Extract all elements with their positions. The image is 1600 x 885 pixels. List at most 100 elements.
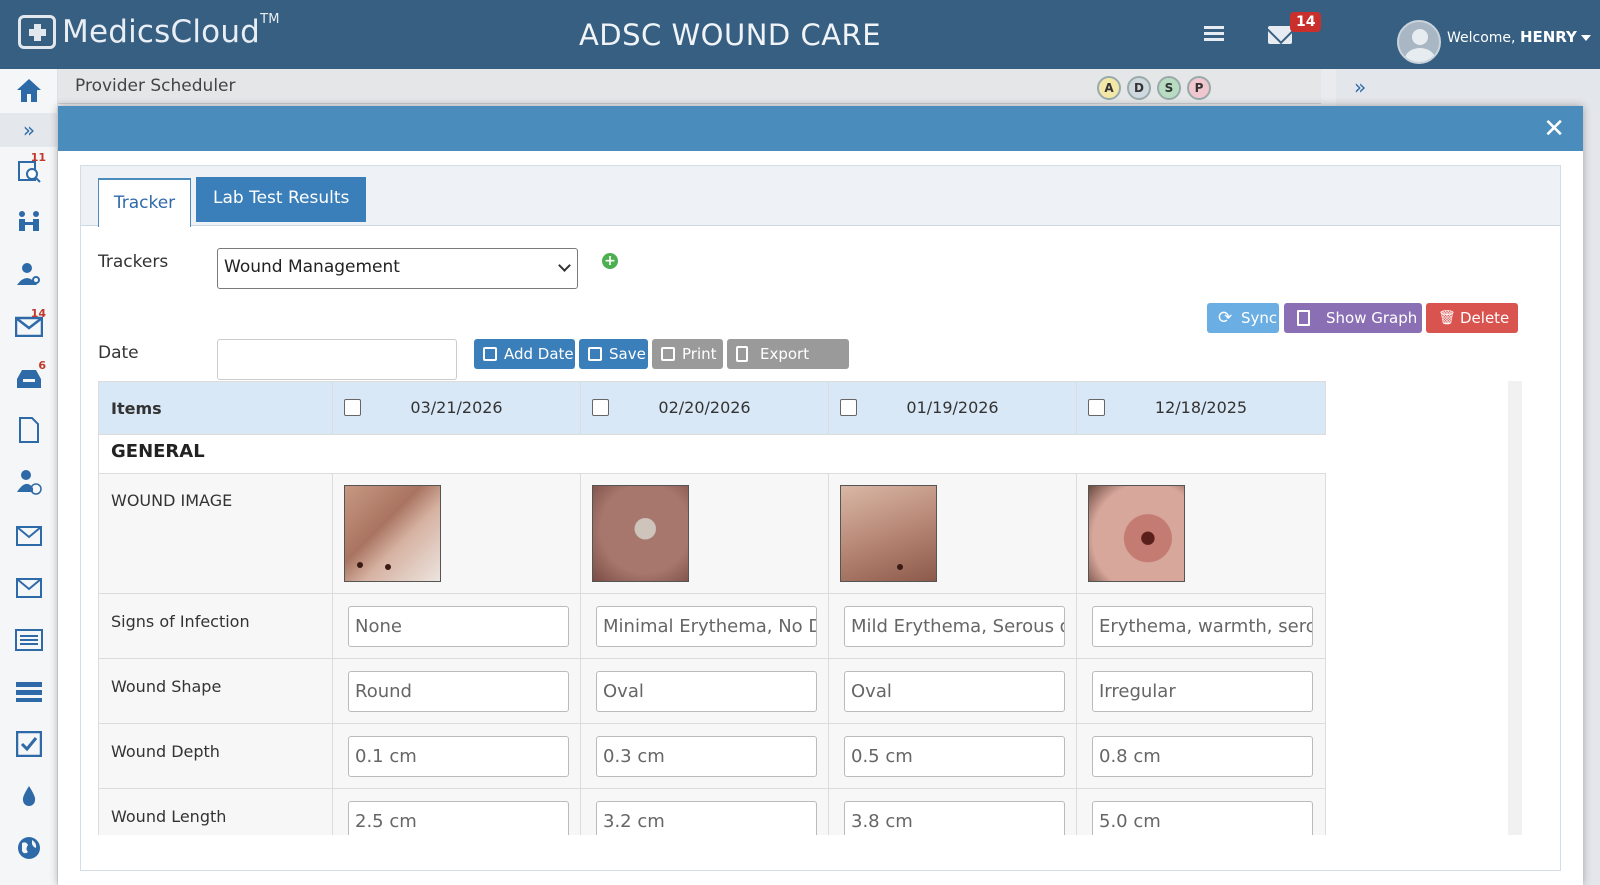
row-label: Wound Shape <box>111 677 222 696</box>
value-input[interactable]: 3.2 cm <box>596 801 817 835</box>
wound-photo[interactable] <box>592 485 689 582</box>
delete-label: Delete <box>1460 309 1510 327</box>
calendar-icon <box>483 347 497 361</box>
status-circle-s[interactable]: S <box>1157 76 1181 100</box>
wound-photo[interactable] <box>840 485 937 582</box>
mail-icon[interactable] <box>1268 26 1292 44</box>
save-icon <box>588 347 602 361</box>
document-icon[interactable] <box>12 413 46 447</box>
status-circle-a[interactable]: A <box>1097 76 1121 100</box>
save-label: Save <box>609 345 646 363</box>
value-input[interactable]: 0.5 cm <box>844 736 1065 777</box>
search-list-icon[interactable]: 11 <box>12 151 46 187</box>
wound-photo[interactable] <box>344 485 441 582</box>
background-page-header: Provider Scheduler A D S P <box>58 69 1321 104</box>
sync-label: Sync <box>1241 309 1278 327</box>
row-label: Signs of Infection <box>111 612 250 631</box>
table-row: Signs of Infection None Minimal Erythema… <box>98 593 1326 659</box>
value-input[interactable]: Minimal Erythema, No Drainage <box>596 606 817 647</box>
value-input[interactable]: Round <box>348 671 569 712</box>
column-date: 12/18/2025 <box>1154 398 1248 417</box>
value-input[interactable]: 0.3 cm <box>596 736 817 777</box>
user-search-icon[interactable] <box>12 257 46 291</box>
add-date-label: Add Date <box>504 345 574 363</box>
value-input[interactable]: Irregular <box>1092 671 1313 712</box>
mail-count-badge: 14 <box>1290 12 1322 32</box>
value-input[interactable]: 5.0 cm <box>1092 801 1313 835</box>
table-row: Wound Shape Round Oval Oval Irregular <box>98 658 1326 724</box>
column-date: 01/19/2026 <box>906 398 999 417</box>
user-check-icon[interactable] <box>12 465 46 499</box>
tracker-select[interactable]: Wound Management <box>217 248 578 289</box>
add-date-button[interactable]: Add Date <box>474 339 575 369</box>
table-row: Wound Depth 0.1 cm 0.3 cm 0.5 cm 0.8 cm <box>98 723 1326 789</box>
add-tracker-icon[interactable]: + <box>602 253 618 269</box>
list-icon[interactable] <box>12 623 46 657</box>
server-icon[interactable] <box>12 675 46 709</box>
show-graph-label: Show Graph <box>1326 309 1418 327</box>
export-excel-button[interactable]: Export Excel <box>727 339 849 393</box>
value-input[interactable]: Oval <box>596 671 817 712</box>
table-header-row: Items 03/21/2026 02/20/2026 01/19/2026 1… <box>98 381 1326 435</box>
section-row: GENERAL <box>98 434 1326 474</box>
drop-icon[interactable] <box>12 779 46 813</box>
value-input[interactable]: 3.8 cm <box>844 801 1065 835</box>
value-input[interactable]: Mild Erythema, Serous drainage <box>844 606 1065 647</box>
envelope-icon[interactable] <box>12 571 46 605</box>
envelope-icon[interactable] <box>12 519 46 553</box>
status-circle-p[interactable]: P <box>1187 76 1211 100</box>
print-button[interactable]: Print <box>652 339 723 369</box>
value-input[interactable]: 2.5 cm <box>348 801 569 835</box>
sidebar-expand-icon[interactable]: » <box>0 113 58 147</box>
tab-tracker[interactable]: Tracker <box>98 178 191 227</box>
tab-bar: Tracker Lab Test Results <box>81 166 1560 227</box>
tracker-panel: Tracker Lab Test Results Trackers Wound … <box>80 165 1561 871</box>
section-title: GENERAL <box>98 434 1326 474</box>
value-input[interactable]: Oval <box>844 671 1065 712</box>
welcome-text: Welcome, <box>1447 30 1516 46</box>
meeting-icon[interactable] <box>12 205 46 239</box>
inbox-icon[interactable]: 6 <box>12 359 46 395</box>
value-input[interactable]: 0.1 cm <box>348 736 569 777</box>
print-label: Print <box>682 345 717 363</box>
column-date: 02/20/2026 <box>658 398 751 417</box>
save-button[interactable]: Save <box>579 339 648 369</box>
row-label: Wound Depth <box>111 742 220 761</box>
delete-button[interactable]: 🗑 Delete <box>1426 303 1518 333</box>
status-circle-d[interactable]: D <box>1127 76 1151 100</box>
caret-down-icon <box>1580 35 1591 41</box>
table-row: Wound Length 2.5 cm 3.2 cm 3.8 cm 5.0 cm <box>98 788 1326 835</box>
wound-photo[interactable] <box>1088 485 1185 582</box>
date-column-header: 01/19/2026 <box>828 381 1077 435</box>
items-header: Items <box>98 381 333 435</box>
checkbox-icon[interactable] <box>12 727 46 761</box>
tracker-selected-value: Wound Management <box>224 257 400 277</box>
list-icon[interactable] <box>1204 26 1224 42</box>
chevron-down-icon <box>558 259 571 272</box>
grid-scrollbar[interactable] <box>1508 381 1522 835</box>
date-column-header: 03/21/2026 <box>332 381 581 435</box>
show-graph-button[interactable]: Show Graph <box>1284 303 1422 333</box>
sidebar-badge: 6 <box>38 359 46 372</box>
close-icon[interactable]: ✕ <box>1543 114 1565 144</box>
date-column-header: 12/18/2025 <box>1076 381 1326 435</box>
value-input[interactable]: 0.8 cm <box>1092 736 1313 777</box>
mail-icon[interactable]: 14 <box>12 307 46 343</box>
sidebar-badge: 11 <box>30 151 46 164</box>
value-input[interactable]: None <box>348 606 569 647</box>
panel-expand-icon[interactable]: » <box>1354 75 1366 99</box>
row-label: WOUND IMAGE <box>111 491 233 510</box>
tab-lab-test-results[interactable]: Lab Test Results <box>196 177 367 222</box>
date-column-header: 02/20/2026 <box>580 381 829 435</box>
globe-icon[interactable] <box>12 831 46 865</box>
user-name: HENRY <box>1519 28 1577 46</box>
tracker-modal: ✕ Tracker Lab Test Results Trackers Woun… <box>58 106 1583 885</box>
value-input[interactable]: Erythema, warmth, serous drainage <box>1092 606 1313 647</box>
file-icon <box>1297 310 1310 326</box>
tracker-grid: Items 03/21/2026 02/20/2026 01/19/2026 1… <box>98 381 1518 835</box>
date-input[interactable] <box>217 339 457 380</box>
home-icon[interactable] <box>12 73 46 107</box>
user-menu[interactable]: Welcome, HENRY <box>1447 28 1591 46</box>
sync-button[interactable]: ⟳ Sync <box>1207 303 1279 333</box>
user-avatar[interactable] <box>1397 20 1441 64</box>
